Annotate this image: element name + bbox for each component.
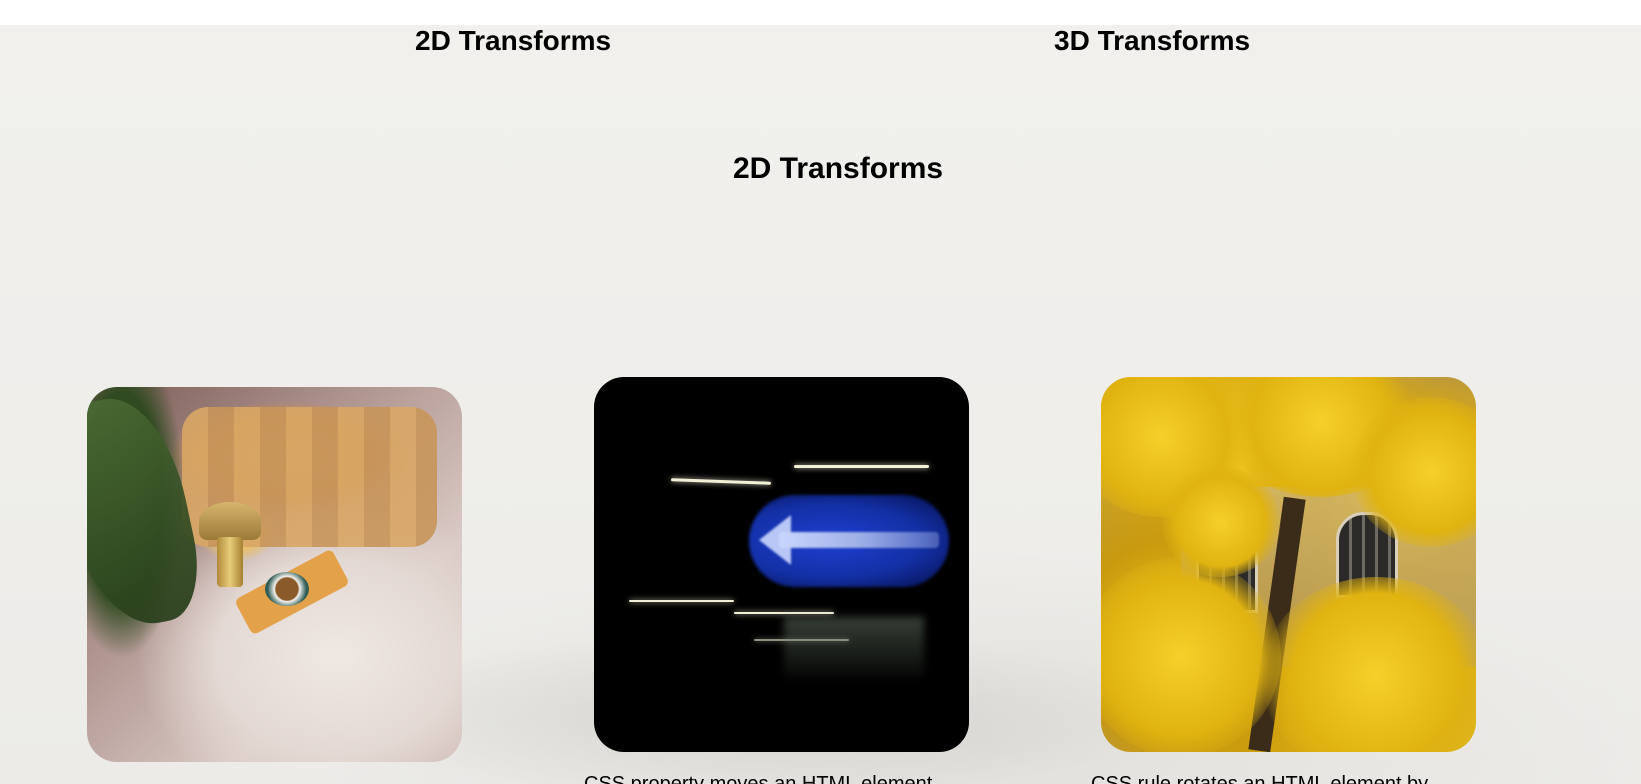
nav-link-2d-transforms[interactable]: 2D Transforms (415, 25, 611, 57)
lamp-stem-shape (217, 537, 243, 587)
light-streak (629, 600, 734, 602)
glow-shape (784, 617, 924, 677)
card-caption: CSS property moves an HTML element (584, 773, 933, 784)
nav-link-3d-transforms[interactable]: 3D Transforms (1054, 25, 1250, 57)
card-caption: CSS rule rotates an HTML element by (1091, 773, 1429, 784)
foliage-shape (1161, 467, 1281, 577)
card-image-arrow-sign[interactable] (594, 377, 969, 752)
arrow-shaft-shape (779, 532, 939, 548)
card-image-ginkgo-tree[interactable] (1101, 377, 1476, 752)
card-image-sofa[interactable] (87, 387, 462, 762)
page-stage: 2D Transforms 3D Transforms 2D Transform… (0, 25, 1641, 784)
cup-shape (265, 572, 309, 606)
top-bar (0, 0, 1641, 25)
light-streak (734, 612, 834, 614)
section-title: 2D Transforms (733, 152, 944, 185)
light-streak (670, 478, 772, 485)
lamp-shape (199, 502, 261, 540)
light-streak (794, 465, 929, 468)
